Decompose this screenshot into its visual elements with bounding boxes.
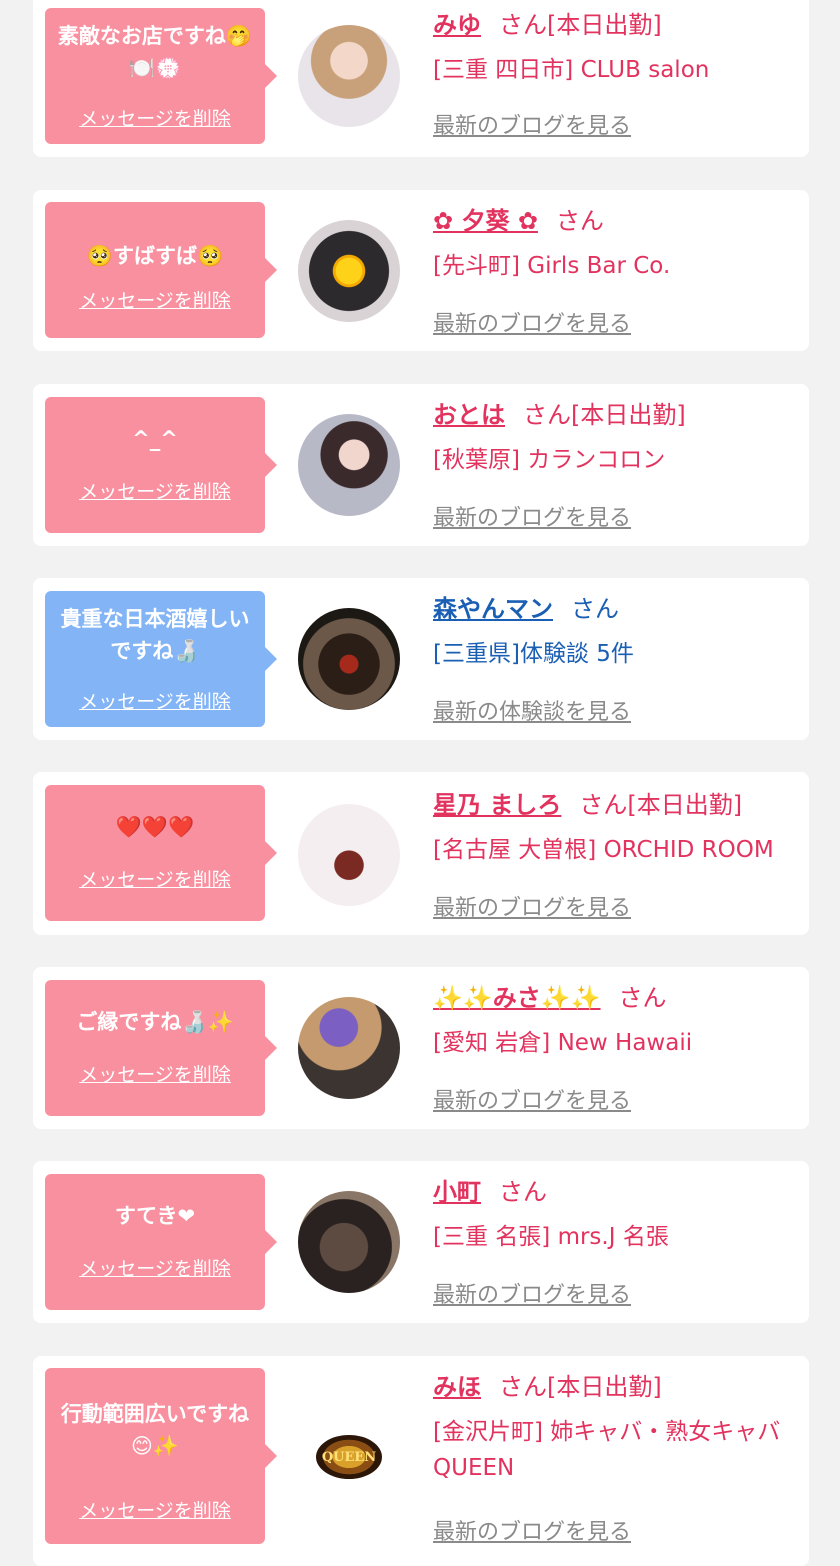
cast-name-link[interactable]: みゆ xyxy=(433,11,481,39)
shop-name: [先斗町] Girls Bar Co. xyxy=(433,253,671,279)
cast-name-link[interactable]: ✨✨みさ✨✨ xyxy=(433,984,601,1012)
message-bubble: すてき❤ メッセージを削除 xyxy=(45,1174,277,1310)
message-text: 行動範囲広いですね😊✨ xyxy=(60,1402,250,1458)
latest-blog-link[interactable]: 最新のブログを見る xyxy=(433,306,631,338)
avatar[interactable] xyxy=(298,1191,400,1293)
message-text: ^_^ xyxy=(132,427,178,451)
review-count: [三重県]体験談 5件 xyxy=(433,641,634,667)
message-bubble: 素敵なお店ですね🤭🍽️💮 メッセージを削除 xyxy=(45,8,277,144)
message-bubble: ご縁ですね🍶✨ メッセージを削除 xyxy=(45,980,277,1116)
delete-message-link[interactable]: メッセージを削除 xyxy=(45,477,265,504)
shop-name: [三重 四日市] CLUB salon xyxy=(433,57,710,83)
message-text: ご縁ですね🍶✨ xyxy=(76,1010,234,1034)
latest-blog-link[interactable]: 最新のブログを見る xyxy=(433,108,631,140)
message-card: ^_^ メッセージを削除 おとは さん[本日出勤] [秋葉原] カランコロン 最新… xyxy=(33,384,809,546)
honorific-status: さん[本日出勤] xyxy=(499,11,662,39)
latest-blog-link[interactable]: 最新のブログを見る xyxy=(433,1083,631,1115)
shop-name: [名古屋 大曽根] ORCHID ROOM xyxy=(433,837,774,863)
latest-blog-link[interactable]: 最新のブログを見る xyxy=(433,1277,631,1309)
avatar[interactable] xyxy=(298,220,400,322)
cast-name-link[interactable]: おとは xyxy=(433,401,505,429)
message-card: 🥺すばすば🥺 メッセージを削除 ✿ 夕葵 ✿ さん [先斗町] Girls Bar… xyxy=(33,190,809,351)
message-bubble: 貴重な日本酒嬉しいですね🍶 メッセージを削除 xyxy=(45,591,277,727)
avatar[interactable] xyxy=(298,414,400,516)
message-card: ❤️❤️❤️ メッセージを削除 星乃 ましろ さん[本日出勤] [名古屋 大曽根]… xyxy=(33,772,809,935)
delete-message-link[interactable]: メッセージを削除 xyxy=(45,1060,265,1087)
avatar[interactable] xyxy=(298,997,400,1099)
queen-logo-text: QUEEN xyxy=(321,1449,377,1465)
avatar[interactable] xyxy=(298,804,400,906)
cast-name-link[interactable]: みほ xyxy=(433,1373,481,1401)
message-card: すてき❤ メッセージを削除 小町 さん [三重 名張] mrs.J 名張 最新のブ… xyxy=(33,1161,809,1323)
message-text: 素敵なお店ですね🤭🍽️💮 xyxy=(57,24,253,80)
delete-message-link[interactable]: メッセージを削除 xyxy=(45,104,265,131)
message-bubble: ❤️❤️❤️ メッセージを削除 xyxy=(45,785,277,921)
delete-message-link[interactable]: メッセージを削除 xyxy=(45,286,265,313)
reviewer-name-link[interactable]: 森やんマン xyxy=(433,595,553,623)
latest-blog-link[interactable]: 最新のブログを見る xyxy=(433,500,631,532)
message-text: 貴重な日本酒嬉しいですね🍶 xyxy=(60,607,250,663)
queen-logo[interactable]: QUEEN xyxy=(298,1406,400,1508)
shop-name: [三重 名張] mrs.J 名張 xyxy=(433,1224,669,1250)
honorific: さん xyxy=(499,1178,547,1206)
message-card: 貴重な日本酒嬉しいですね🍶 メッセージを削除 森やんマン さん [三重県]体験談 … xyxy=(33,578,809,740)
delete-message-link[interactable]: メッセージを削除 xyxy=(45,865,265,892)
message-bubble: ^_^ メッセージを削除 xyxy=(45,397,277,533)
avatar[interactable] xyxy=(298,608,400,710)
honorific-status: さん[本日出勤] xyxy=(499,1373,662,1401)
shop-name: [金沢片町] 姉キャバ・熟女キャバ QUEEN xyxy=(433,1419,781,1481)
message-text: ❤️❤️❤️ xyxy=(115,815,195,839)
shop-name: [愛知 岩倉] New Hawaii xyxy=(433,1030,693,1056)
honorific-status: さん xyxy=(555,207,604,235)
latest-blog-link[interactable]: 最新のブログを見る xyxy=(433,1514,631,1546)
latest-blog-link[interactable]: 最新のブログを見る xyxy=(433,890,631,922)
cast-name-link[interactable]: ✿ 夕葵 ✿ xyxy=(433,207,538,235)
honorific: さん xyxy=(571,595,619,623)
message-card: ご縁ですね🍶✨ メッセージを削除 ✨✨みさ✨✨ さん [愛知 岩倉] New Ha… xyxy=(33,967,809,1129)
cast-name-link[interactable]: 小町 xyxy=(433,1178,481,1206)
shop-name: [秋葉原] カランコロン xyxy=(433,447,666,473)
delete-message-link[interactable]: メッセージを削除 xyxy=(45,1496,265,1523)
delete-message-link[interactable]: メッセージを削除 xyxy=(45,1254,265,1281)
message-text: 🥺すばすば🥺 xyxy=(86,244,224,268)
honorific: さん xyxy=(618,984,667,1012)
honorific-status: さん[本日出勤] xyxy=(523,401,686,429)
cast-name-link[interactable]: 星乃 ましろ xyxy=(433,791,561,819)
honorific-status: さん[本日出勤] xyxy=(579,791,743,819)
message-bubble: 行動範囲広いですね😊✨ メッセージを削除 xyxy=(45,1368,277,1544)
message-card: 素敵なお店ですね🤭🍽️💮 メッセージを削除 みゆ さん[本日出勤] [三重 四日市… xyxy=(33,0,809,157)
message-text: すてき❤ xyxy=(114,1204,196,1228)
delete-message-link[interactable]: メッセージを削除 xyxy=(45,687,265,714)
message-bubble: 🥺すばすば🥺 メッセージを削除 xyxy=(45,202,277,338)
latest-review-link[interactable]: 最新の体験談を見る xyxy=(433,694,631,726)
message-card: 行動範囲広いですね😊✨ メッセージを削除 QUEEN みほ さん[本日出勤] [金… xyxy=(33,1356,809,1566)
avatar[interactable] xyxy=(298,25,400,127)
